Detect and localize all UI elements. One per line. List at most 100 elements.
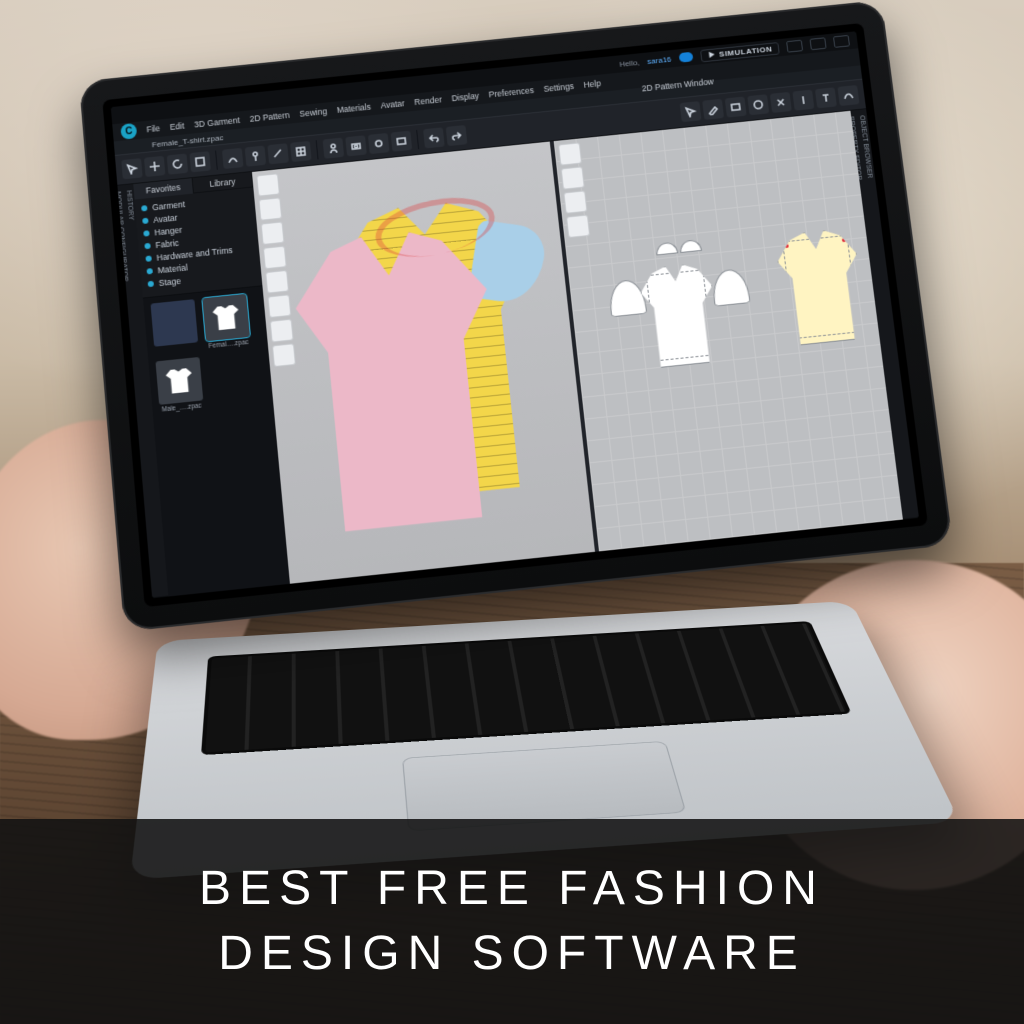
menu-preferences[interactable]: Preferences [488,85,534,99]
menu-display[interactable]: Display [451,91,479,103]
3d-viewport[interactable] [252,142,595,584]
tool2d-text-icon[interactable] [815,87,837,108]
maximize-icon[interactable] [810,37,827,50]
fav-label: Hanger [154,225,183,238]
toolbar-separator [416,130,419,149]
fav-label: Avatar [153,213,178,225]
menu-2d-pattern[interactable]: 2D Pattern [249,110,290,124]
app-screen: 2D Pattern Window Hello, sara16 SIMULATI… [111,31,919,598]
workspace: HISTORY MODULAR CONFIGURATOR Favorites L… [117,109,919,598]
bullet-icon [148,281,154,287]
garment-3d [293,194,566,544]
laptop-lid: 2D Pattern Window Hello, sara16 SIMULATI… [79,0,953,632]
menu-avatar[interactable]: Avatar [380,98,405,110]
thumb-female-tshirt[interactable]: Femal….zpac [201,294,252,351]
fav-label: Stage [158,276,181,288]
tool-sew-icon[interactable] [222,148,243,169]
folder-icon [150,299,198,347]
tool-pin-icon[interactable] [245,146,267,167]
tool-redo-icon[interactable] [446,125,468,146]
favorites-list: Garment Avatar Hanger Fabric Hardware an… [135,189,262,295]
tool-scale-icon[interactable] [189,151,210,172]
menu-file[interactable]: File [146,123,160,134]
view-snapshot-icon[interactable] [272,343,296,367]
pattern-sleeve-left[interactable] [607,278,647,317]
tool-measure-icon[interactable] [267,143,289,164]
toolbar-separator [316,140,319,159]
menu-edit[interactable]: Edit [169,121,184,132]
tshirt-icon [165,368,193,394]
tool2d-circle-icon[interactable] [747,94,769,115]
bullet-icon [142,218,148,224]
tshirt-icon [212,305,240,331]
view-reset-icon[interactable] [270,319,294,343]
menu-materials[interactable]: Materials [336,102,371,115]
menu-settings[interactable]: Settings [543,81,574,94]
bullet-icon [141,205,147,211]
thumb-folder[interactable] [149,299,199,356]
tool2d-notch-icon[interactable] [792,90,814,111]
tool2d-trace-icon[interactable] [837,85,859,106]
caption-banner: BEST FREE FASHION DESIGN SOFTWARE [0,819,1024,1024]
caption-line2: DESIGN SOFTWARE [218,927,806,980]
bullet-icon [146,268,152,274]
pattern-collar-left[interactable] [655,242,678,256]
play-icon [707,50,716,58]
tool-light-icon[interactable] [368,133,390,154]
view-shade-icon[interactable] [256,173,280,196]
tool-render-icon[interactable] [391,131,413,152]
close-icon[interactable] [833,35,850,48]
2d-pattern-panel[interactable] [554,111,903,552]
bullet-icon [144,243,150,249]
seam-line [782,235,860,339]
seam-line [646,269,714,361]
view-wire-icon[interactable] [258,197,282,220]
thumb-label: Male_….zpac [161,402,201,413]
cloud-icon[interactable] [678,52,693,63]
app-logo[interactable]: C [120,123,137,140]
notch-mark [842,238,846,242]
thumb-label: Femal….zpac [208,339,249,350]
fav-label: Garment [152,199,186,212]
pattern-collar-right[interactable] [679,239,702,253]
p2d-select-icon[interactable] [558,142,582,165]
caption-line1: BEST FREE FASHION [199,862,825,915]
view-grid-icon[interactable] [267,294,291,318]
view-texture-icon[interactable] [261,221,285,245]
simulation-label: SIMULATION [719,44,773,58]
tool2d-pointer-icon[interactable] [680,101,702,122]
minimize-icon[interactable] [786,40,803,53]
menu-render[interactable]: Render [414,95,442,107]
panel2d-toolbar [558,142,590,238]
bullet-icon [143,230,149,236]
p2d-add-icon[interactable] [563,190,587,213]
tool-move-icon[interactable] [144,156,165,177]
tool2d-cut-icon[interactable] [770,92,792,113]
p2d-sync-icon[interactable] [566,215,590,239]
tool2d-pen-icon[interactable] [702,99,724,120]
tool-rotate-icon[interactable] [167,153,188,174]
view-seam-icon[interactable] [265,270,289,294]
tool2d-rect-icon[interactable] [725,97,747,118]
bullet-icon [145,255,151,261]
pattern-back-body[interactable] [774,227,867,346]
username-link[interactable]: sara16 [647,54,672,65]
view-avatar-icon[interactable] [263,246,287,270]
thumb-male-tshirt[interactable]: Male_….zpac [154,357,205,414]
tool-undo-icon[interactable] [423,127,445,148]
tool-select-icon[interactable] [121,158,142,179]
pattern-sleeve-right[interactable] [711,268,751,307]
caption-text: BEST FREE FASHION DESIGN SOFTWARE [199,857,825,987]
menu-3d-garment[interactable]: 3D Garment [194,115,240,129]
greeting-label: Hello, [619,58,640,69]
fav-label: Material [157,263,188,276]
menu-help[interactable]: Help [583,78,601,89]
menu-sewing[interactable]: Sewing [299,106,327,118]
tool-avatar-icon[interactable] [323,138,345,159]
tool-camera-icon[interactable] [345,135,367,156]
p2d-edit-icon[interactable] [561,166,585,189]
notch-mark [784,244,788,248]
tool-texture-icon[interactable] [290,141,312,162]
fav-label: Fabric [155,238,179,250]
pattern-front-body[interactable] [638,262,721,369]
